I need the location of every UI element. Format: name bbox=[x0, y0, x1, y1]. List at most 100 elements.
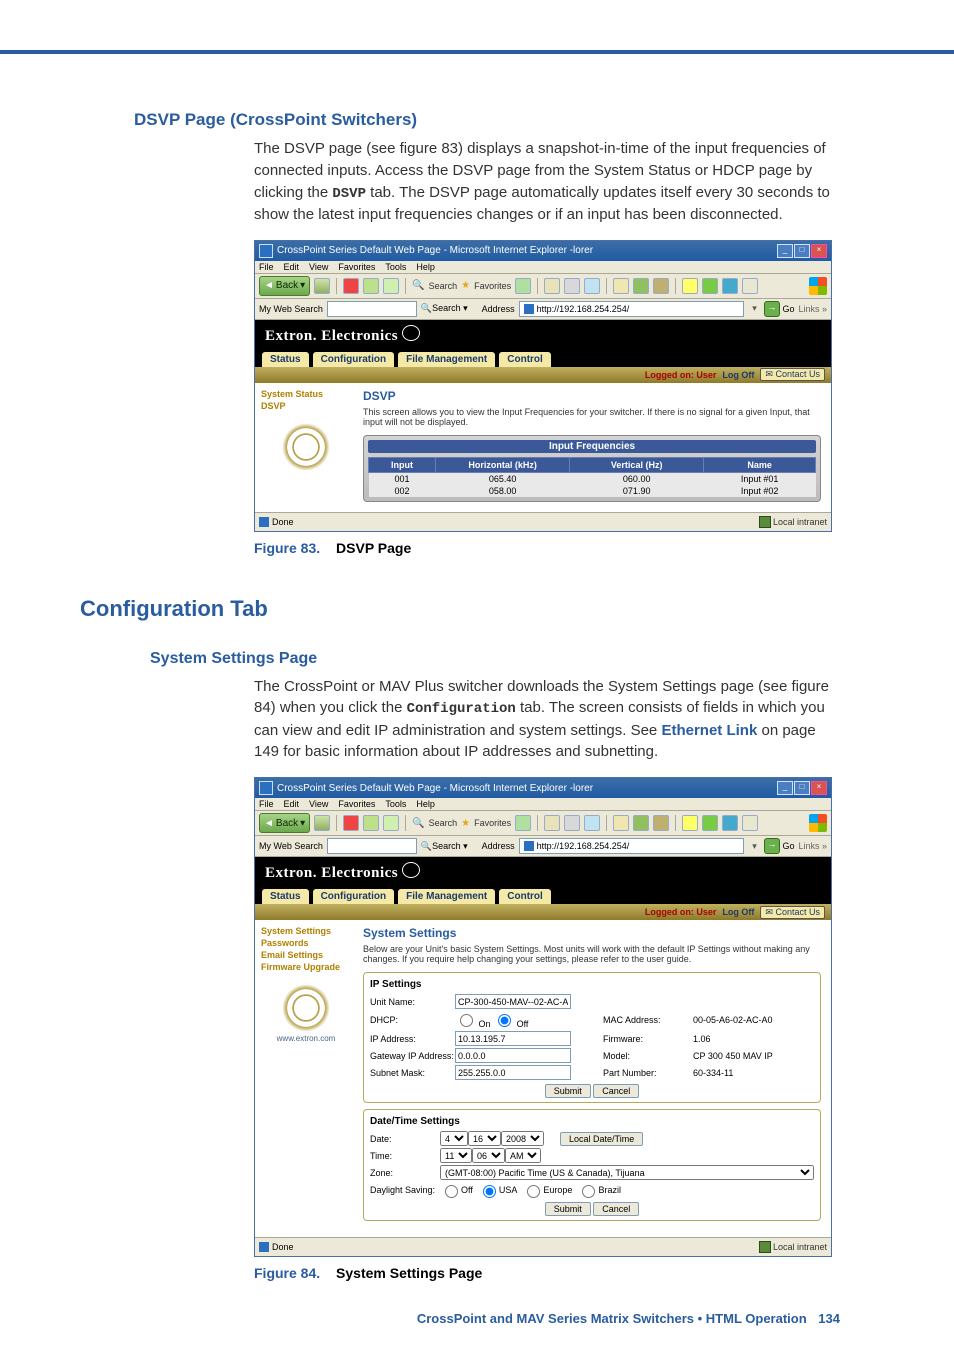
address-input[interactable]: http://192.168.254.254/ bbox=[519, 301, 745, 317]
menu-help[interactable]: Help bbox=[416, 262, 435, 272]
ds-off[interactable] bbox=[445, 1185, 458, 1198]
search-input[interactable] bbox=[327, 838, 417, 854]
status-done: Done bbox=[272, 517, 294, 527]
side-system-status[interactable]: System Status bbox=[261, 389, 351, 399]
ip-submit[interactable]: Submit bbox=[545, 1084, 591, 1098]
zone-icon bbox=[759, 516, 771, 528]
tab-control[interactable]: Control bbox=[498, 351, 552, 367]
fig84-title: System Settings Page bbox=[336, 1265, 482, 1281]
side-system-settings[interactable]: System Settings bbox=[261, 926, 351, 936]
ext3-icon[interactable] bbox=[722, 278, 738, 294]
back-button[interactable]: ◄Back ▾ bbox=[259, 276, 310, 296]
unit-name-input[interactable] bbox=[455, 994, 571, 1009]
window-close[interactable]: × bbox=[811, 244, 827, 258]
menu-file[interactable]: File bbox=[259, 262, 274, 272]
ext4-icon[interactable] bbox=[742, 278, 758, 294]
ds-br[interactable] bbox=[582, 1185, 595, 1198]
tab-config[interactable]: Configuration bbox=[312, 351, 396, 367]
page-desc: Below are your Unit's basic System Setti… bbox=[363, 944, 821, 964]
time-m[interactable]: 06 bbox=[472, 1148, 505, 1163]
tab-file[interactable]: File Management bbox=[397, 351, 496, 367]
stop-icon[interactable] bbox=[343, 815, 359, 831]
ds-eu[interactable] bbox=[527, 1185, 540, 1198]
window-close[interactable]: × bbox=[811, 781, 827, 795]
go-button[interactable]: Go bbox=[764, 301, 794, 317]
tab-control[interactable]: Control bbox=[498, 888, 552, 904]
menu-tools[interactable]: Tools bbox=[385, 262, 406, 272]
go-button[interactable]: Go bbox=[764, 838, 794, 854]
stop-icon[interactable] bbox=[343, 278, 359, 294]
date-month[interactable]: 4 bbox=[440, 1131, 468, 1146]
contact-link[interactable]: ✉ Contact Us bbox=[760, 368, 825, 381]
ip-input[interactable] bbox=[455, 1031, 571, 1046]
ip-cancel[interactable]: Cancel bbox=[593, 1084, 639, 1098]
freq-panel-title: Input Frequencies bbox=[368, 440, 816, 453]
back-button[interactable]: ◄Back ▾ bbox=[259, 813, 310, 833]
forward-button[interactable] bbox=[314, 815, 330, 831]
subnet-input[interactable] bbox=[455, 1065, 571, 1080]
refresh-icon[interactable] bbox=[363, 815, 379, 831]
window-title: CrossPoint Series Default Web Page - Mic… bbox=[277, 783, 593, 794]
logoff-link[interactable]: Log Off bbox=[722, 907, 754, 917]
side-passwords[interactable]: Passwords bbox=[261, 938, 351, 948]
clipboard-icon[interactable] bbox=[613, 278, 629, 294]
local-datetime-btn[interactable]: Local Date/Time bbox=[560, 1132, 643, 1146]
home-icon[interactable] bbox=[383, 815, 399, 831]
tab-status[interactable]: Status bbox=[261, 888, 310, 904]
dhcp-off[interactable] bbox=[498, 1014, 511, 1027]
edit-icon[interactable] bbox=[584, 278, 600, 294]
forward-button[interactable] bbox=[314, 278, 330, 294]
para-dsvp: The DSVP page (see figure 83) displays a… bbox=[254, 138, 840, 226]
ds-usa[interactable] bbox=[483, 1185, 496, 1198]
block-icon[interactable] bbox=[653, 278, 669, 294]
menu-view[interactable]: View bbox=[309, 262, 328, 272]
toolbar-search[interactable]: Search bbox=[429, 281, 458, 291]
extron-swirl-icon bbox=[282, 423, 330, 471]
time-ap[interactable]: AM bbox=[505, 1148, 541, 1163]
logoff-link[interactable]: Log Off bbox=[722, 370, 754, 380]
window-min[interactable]: _ bbox=[777, 244, 793, 258]
history-icon[interactable] bbox=[515, 278, 531, 294]
extron-swirl-icon bbox=[282, 984, 330, 1032]
links-button[interactable]: Links » bbox=[798, 304, 827, 314]
page-desc: This screen allows you to view the Input… bbox=[363, 407, 821, 427]
print-icon[interactable] bbox=[564, 278, 580, 294]
msgr-icon[interactable] bbox=[633, 278, 649, 294]
menu-fav[interactable]: Favorites bbox=[338, 262, 375, 272]
home-icon[interactable] bbox=[383, 278, 399, 294]
dt-submit[interactable]: Submit bbox=[545, 1202, 591, 1216]
mail-icon[interactable] bbox=[544, 278, 560, 294]
window-max[interactable]: □ bbox=[794, 781, 810, 795]
tab-file[interactable]: File Management bbox=[397, 888, 496, 904]
fig84-num: Figure 84. bbox=[254, 1265, 320, 1281]
window-min[interactable]: _ bbox=[777, 781, 793, 795]
menu-edit[interactable]: Edit bbox=[284, 262, 300, 272]
toolbar-fav[interactable]: Favorites bbox=[474, 281, 511, 291]
dt-cancel[interactable]: Cancel bbox=[593, 1202, 639, 1216]
tab-status[interactable]: Status bbox=[261, 351, 310, 367]
date-year[interactable]: 2008 bbox=[501, 1131, 544, 1146]
side-email[interactable]: Email Settings bbox=[261, 950, 351, 960]
ext1-icon[interactable] bbox=[682, 278, 698, 294]
side-firmware[interactable]: Firmware Upgrade bbox=[261, 962, 351, 972]
refresh-icon[interactable] bbox=[363, 278, 379, 294]
para-system-settings: The CrossPoint or MAV Plus switcher down… bbox=[254, 676, 840, 764]
dt-settings-title: Date/Time Settings bbox=[370, 1116, 814, 1127]
side-dsvp[interactable]: DSVP bbox=[261, 401, 351, 411]
gateway-input[interactable] bbox=[455, 1048, 571, 1063]
zone-select[interactable]: (GMT-08:00) Pacific Time (US & Canada), … bbox=[440, 1165, 814, 1180]
page-title: DSVP bbox=[363, 389, 821, 403]
phone-label: 800.633.9876 bbox=[554, 356, 615, 367]
search-input[interactable] bbox=[327, 301, 417, 317]
ext2-icon[interactable] bbox=[702, 278, 718, 294]
address-input[interactable]: http://192.168.254.254/ bbox=[519, 838, 745, 854]
date-day[interactable]: 16 bbox=[468, 1131, 501, 1146]
dhcp-on[interactable] bbox=[460, 1014, 473, 1027]
ethernet-link[interactable]: Ethernet Link bbox=[661, 722, 757, 739]
tab-config[interactable]: Configuration bbox=[312, 888, 396, 904]
contact-link[interactable]: ✉ Contact Us bbox=[760, 906, 825, 919]
time-h[interactable]: 11 bbox=[440, 1148, 472, 1163]
window-max[interactable]: □ bbox=[794, 244, 810, 258]
site-link[interactable]: www.extron.com bbox=[261, 1034, 351, 1043]
extron-logo: Extron. Electronics bbox=[255, 857, 831, 882]
